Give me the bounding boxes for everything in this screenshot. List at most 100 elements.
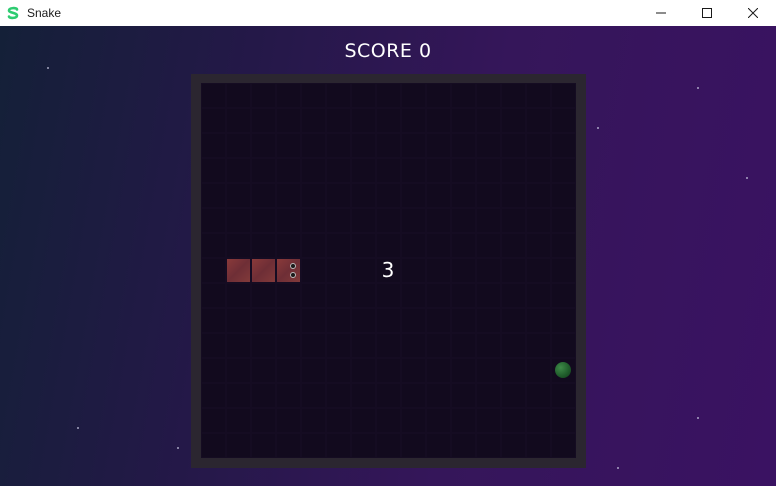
grid-cell bbox=[527, 184, 550, 207]
grid-cell bbox=[377, 434, 400, 457]
title-bar[interactable]: Snake bbox=[0, 0, 776, 26]
maximize-icon bbox=[702, 8, 712, 18]
grid-cell bbox=[252, 159, 275, 182]
grid-cell bbox=[302, 409, 325, 432]
grid-cell bbox=[477, 134, 500, 157]
grid-cell bbox=[302, 109, 325, 132]
grid-cell bbox=[502, 109, 525, 132]
grid-cell bbox=[377, 284, 400, 307]
grid-cell bbox=[477, 334, 500, 357]
grid-cell bbox=[377, 184, 400, 207]
grid-cell bbox=[302, 434, 325, 457]
grid-cell bbox=[427, 84, 450, 107]
grid-cell bbox=[527, 134, 550, 157]
window-controls bbox=[638, 0, 776, 26]
grid-cell bbox=[352, 359, 375, 382]
grid-cell bbox=[427, 234, 450, 257]
grid-cell bbox=[252, 384, 275, 407]
grid-cell bbox=[377, 384, 400, 407]
grid-cell bbox=[427, 434, 450, 457]
grid-cell bbox=[202, 434, 225, 457]
game-board[interactable]: 3 bbox=[201, 83, 576, 458]
grid-cell bbox=[527, 109, 550, 132]
grid-cell bbox=[327, 234, 350, 257]
grid-cell bbox=[527, 409, 550, 432]
grid-cell bbox=[402, 384, 425, 407]
grid-cell bbox=[252, 184, 275, 207]
grid-cell bbox=[202, 334, 225, 357]
grid-cell bbox=[202, 134, 225, 157]
grid-cell bbox=[552, 159, 575, 182]
grid-cell bbox=[327, 434, 350, 457]
grid-cell bbox=[227, 134, 250, 157]
grid-cell bbox=[477, 284, 500, 307]
grid-cell bbox=[277, 184, 300, 207]
grid-cell bbox=[477, 434, 500, 457]
grid-cell bbox=[227, 384, 250, 407]
grid-cell bbox=[402, 234, 425, 257]
maximize-button[interactable] bbox=[684, 0, 730, 26]
grid-cell bbox=[452, 434, 475, 457]
grid-cell bbox=[427, 209, 450, 232]
board-frame: 3 bbox=[191, 74, 586, 468]
grid-cell bbox=[527, 84, 550, 107]
grid-cell bbox=[302, 134, 325, 157]
grid-cell bbox=[402, 334, 425, 357]
grid-cell bbox=[452, 409, 475, 432]
grid-cell bbox=[377, 134, 400, 157]
grid-cell bbox=[452, 109, 475, 132]
food-apple bbox=[555, 362, 571, 378]
grid-cell bbox=[527, 309, 550, 332]
grid-cell bbox=[227, 409, 250, 432]
minimize-button[interactable] bbox=[638, 0, 684, 26]
grid-cell bbox=[502, 359, 525, 382]
grid-cell bbox=[477, 109, 500, 132]
grid-cell bbox=[277, 84, 300, 107]
game-area[interactable]: SCORE 0 3 bbox=[0, 26, 776, 486]
grid-cell bbox=[502, 234, 525, 257]
grid-cell bbox=[252, 234, 275, 257]
grid-cell bbox=[252, 309, 275, 332]
grid-cell bbox=[277, 409, 300, 432]
grid-cell bbox=[202, 159, 225, 182]
snake-app-icon bbox=[6, 6, 20, 20]
grid-cell bbox=[377, 359, 400, 382]
grid-cell bbox=[377, 159, 400, 182]
grid-cell bbox=[502, 434, 525, 457]
grid-cell bbox=[552, 209, 575, 232]
grid-cell bbox=[377, 309, 400, 332]
grid-cell bbox=[302, 359, 325, 382]
grid-cell bbox=[477, 184, 500, 207]
grid-cell bbox=[352, 159, 375, 182]
background-star bbox=[697, 417, 699, 419]
grid-cell bbox=[427, 409, 450, 432]
grid-cell bbox=[377, 409, 400, 432]
grid-cell bbox=[452, 84, 475, 107]
close-button[interactable] bbox=[730, 0, 776, 26]
grid-cell bbox=[352, 184, 375, 207]
grid-cell bbox=[352, 209, 375, 232]
grid-cell bbox=[402, 209, 425, 232]
grid-cell bbox=[302, 184, 325, 207]
grid-cell bbox=[452, 259, 475, 282]
grid-cell bbox=[277, 309, 300, 332]
background-star bbox=[597, 127, 599, 129]
grid-cell bbox=[427, 384, 450, 407]
grid-cell bbox=[427, 309, 450, 332]
grid-cell bbox=[402, 409, 425, 432]
background-star bbox=[617, 467, 619, 469]
grid-cell bbox=[477, 359, 500, 382]
grid-cell bbox=[227, 359, 250, 382]
grid-cell bbox=[202, 284, 225, 307]
grid-cell bbox=[377, 234, 400, 257]
grid-cell bbox=[427, 259, 450, 282]
grid-cell bbox=[452, 234, 475, 257]
grid-cell bbox=[502, 159, 525, 182]
grid-cell bbox=[202, 259, 225, 282]
background-star bbox=[746, 177, 748, 179]
grid-cell bbox=[202, 309, 225, 332]
snake-head bbox=[277, 259, 300, 282]
grid-cell bbox=[277, 209, 300, 232]
grid-cell bbox=[352, 334, 375, 357]
grid-cell bbox=[252, 284, 275, 307]
